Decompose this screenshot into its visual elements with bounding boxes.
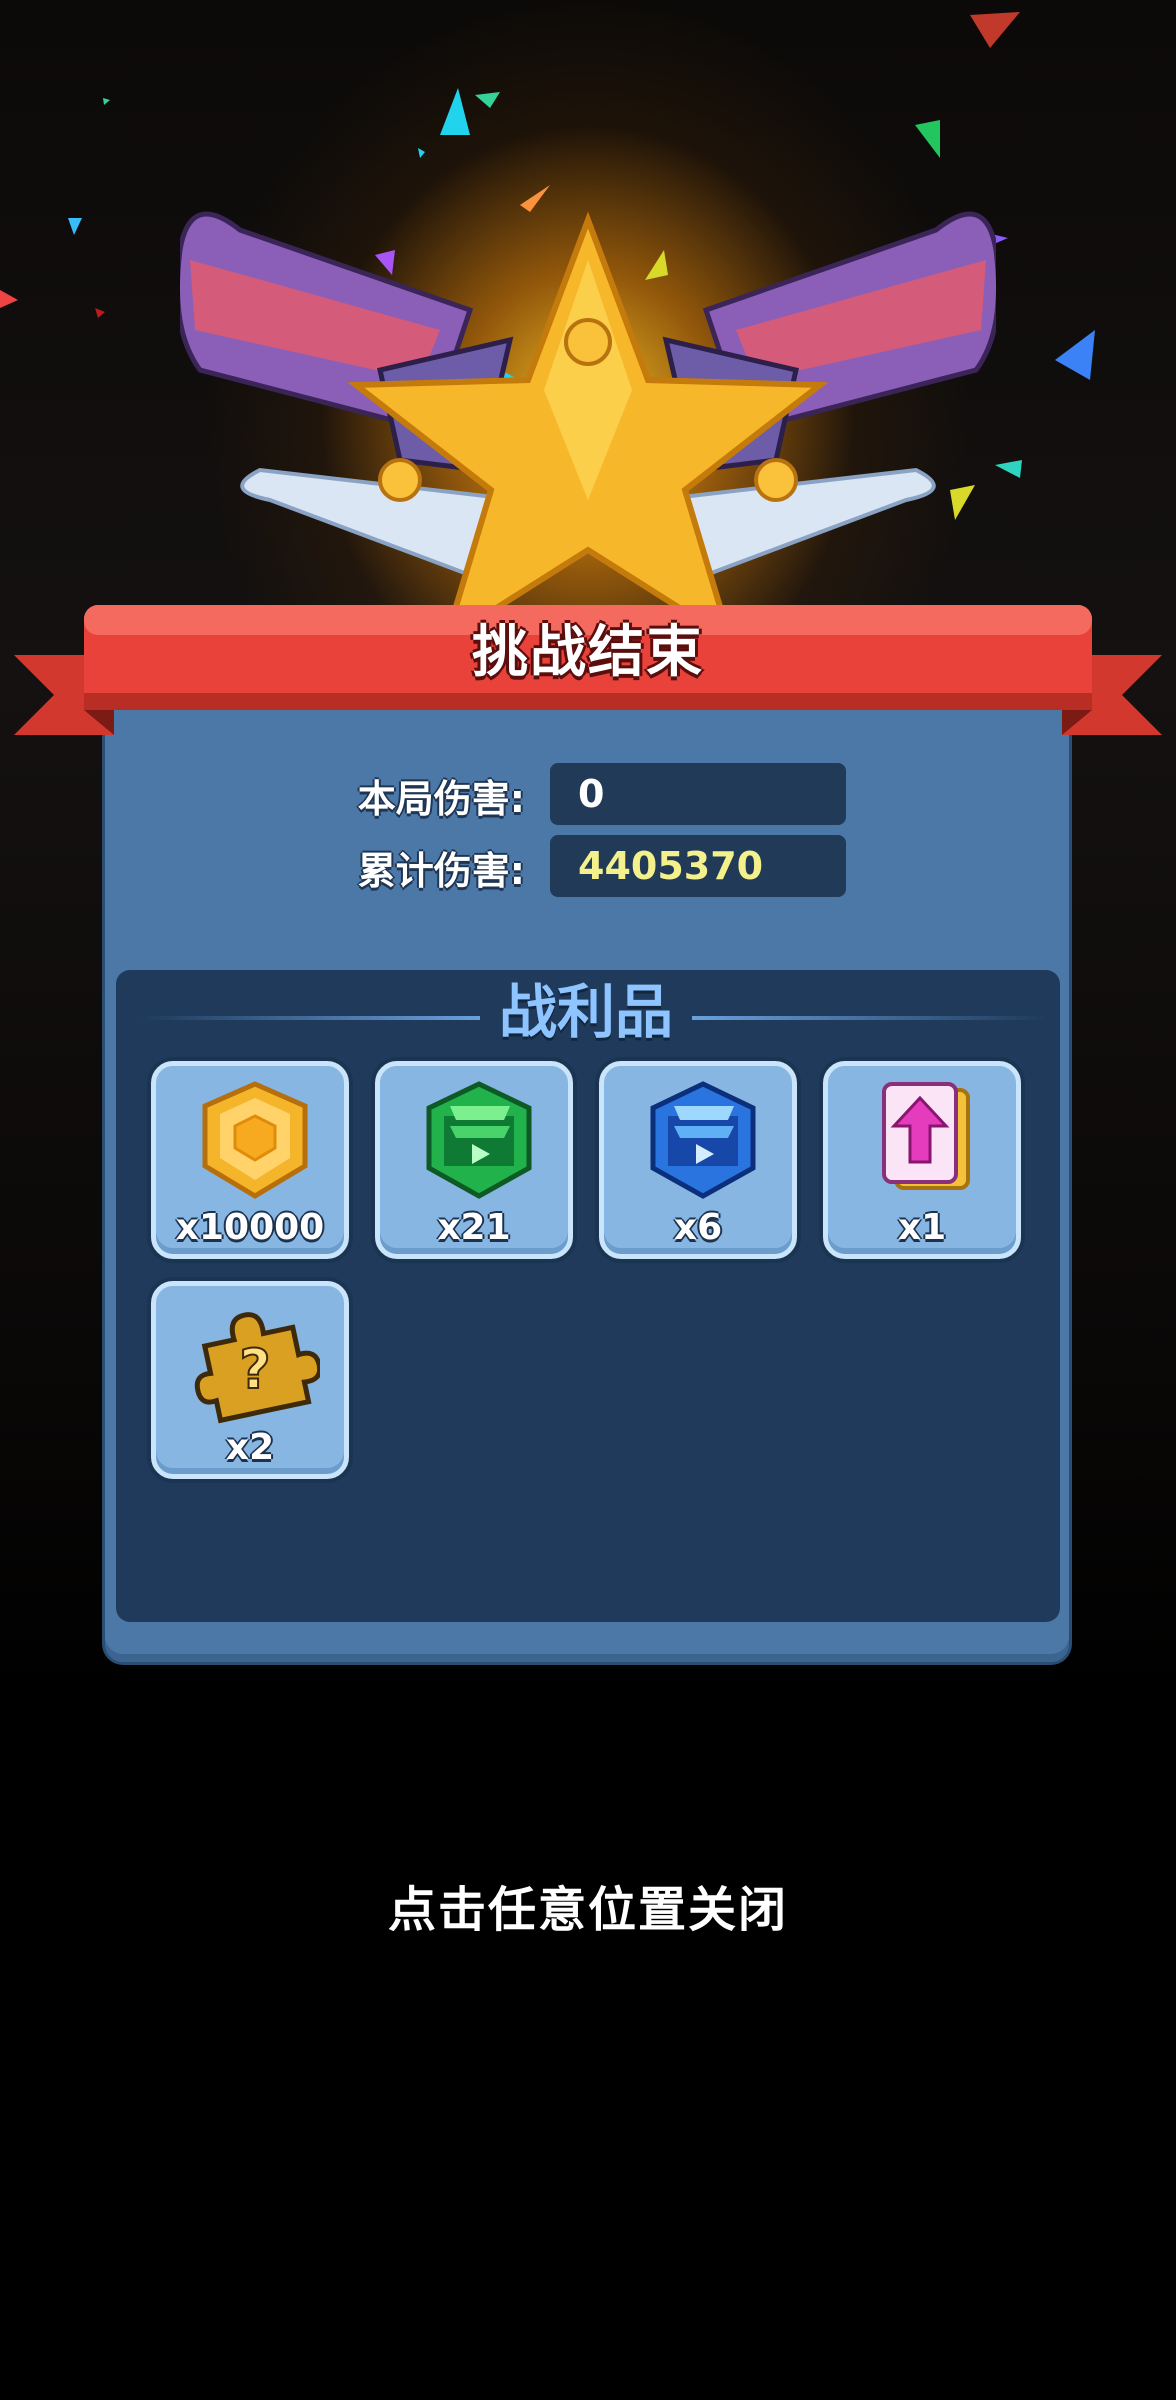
total-damage-label: 累计伤害: xyxy=(357,849,525,893)
loot-item-gold-coin[interactable]: x10000 xyxy=(151,1061,349,1259)
page-title: 挑战结束 xyxy=(472,620,704,685)
round-damage-value: 0 xyxy=(550,763,846,825)
loot-item-green-gem[interactable]: x21 xyxy=(375,1061,573,1259)
round-damage-label: 本局伤害: xyxy=(357,777,525,821)
loot-item-count: x2 xyxy=(225,1427,275,1468)
blue-gem-icon xyxy=(650,1081,756,1199)
loot-item-count: x1 xyxy=(897,1207,947,1248)
loot-item-count: x21 xyxy=(437,1207,511,1248)
mystery-puzzle-icon: ? xyxy=(194,1312,320,1424)
loot-item-blue-gem[interactable]: x6 xyxy=(599,1061,797,1259)
trophy-emblem xyxy=(180,211,996,630)
loot-item-mystery-puzzle[interactable]: ? x2 xyxy=(151,1281,349,1479)
close-hint[interactable]: 点击任意位置关闭 xyxy=(0,1870,1176,1940)
upgrade-card-icon xyxy=(882,1082,970,1190)
loot-item-count: x6 xyxy=(673,1207,723,1248)
loot-title: 战利品 xyxy=(498,978,673,1046)
total-damage-value: 4405370 xyxy=(550,835,846,897)
loot-item-count: x10000 xyxy=(175,1207,325,1248)
loot-divider-left xyxy=(140,1016,480,1020)
svg-text:?: ? xyxy=(239,1338,270,1401)
loot-divider-right xyxy=(692,1016,1048,1020)
gold-coin-icon xyxy=(202,1081,308,1199)
green-gem-icon xyxy=(426,1081,532,1199)
loot-item-upgrade-card[interactable]: x1 xyxy=(823,1061,1021,1259)
